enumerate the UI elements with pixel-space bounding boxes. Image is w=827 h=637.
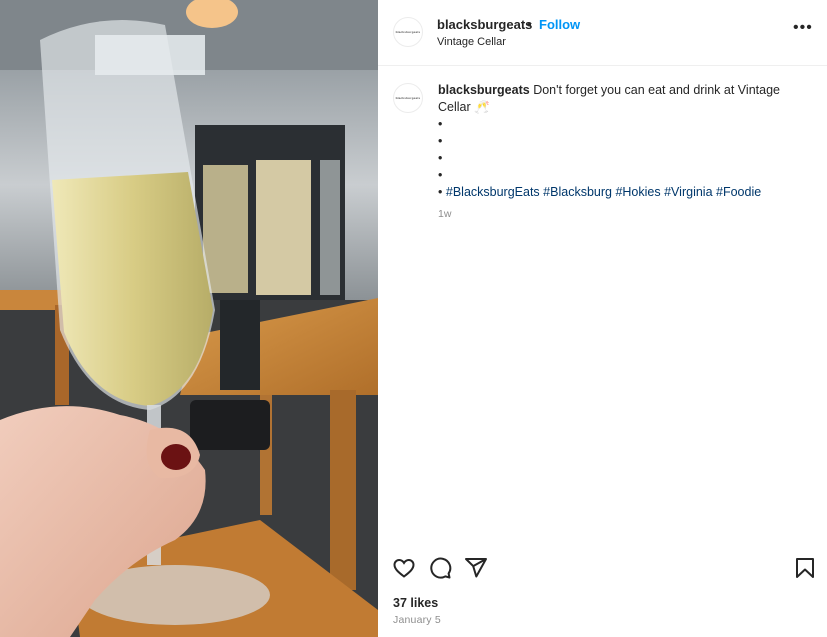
caption-bullet: • xyxy=(438,151,443,165)
bookmark-icon[interactable] xyxy=(793,556,817,580)
heart-icon[interactable] xyxy=(392,556,416,580)
caption-bullet: • xyxy=(438,117,443,131)
post-date: January 5 xyxy=(393,614,441,626)
caption-bullet: • xyxy=(438,168,443,182)
champagne-photo xyxy=(0,0,378,637)
post-photo[interactable] xyxy=(0,0,378,637)
hashtag-link[interactable]: #Hokies xyxy=(615,185,660,199)
caption-username[interactable]: blacksburgeats xyxy=(438,83,530,97)
likes-count[interactable]: 37 likes xyxy=(393,596,438,610)
follow-button[interactable]: Follow xyxy=(539,17,580,32)
more-options-icon[interactable]: ••• xyxy=(793,20,813,36)
hashtag-link[interactable]: #BlacksburgEats xyxy=(446,185,540,199)
hashtag-link[interactable]: #Virginia xyxy=(664,185,712,199)
avatar-logo-text: blacksburgeats xyxy=(395,96,421,100)
avatar-logo-text: blacksburgeats xyxy=(395,30,421,34)
caption-avatar[interactable]: blacksburgeats xyxy=(393,83,423,113)
avatar[interactable]: blacksburgeats xyxy=(393,17,423,47)
caption-timestamp[interactable]: 1w xyxy=(438,206,798,223)
comment-icon[interactable] xyxy=(428,556,452,580)
post-header: blacksburgeats blacksburgeats • Follow V… xyxy=(378,0,827,66)
caption-bullet: • xyxy=(438,185,443,199)
action-bar xyxy=(378,552,827,582)
separator-dot: • xyxy=(527,17,532,32)
caption-bullet: • xyxy=(438,134,443,148)
post-detail-panel: blacksburgeats blacksburgeats • Follow V… xyxy=(378,0,827,637)
share-icon[interactable] xyxy=(464,556,488,580)
hashtag-link[interactable]: #Blacksburg xyxy=(543,185,612,199)
caption-body: blacksburgeats Don't forget you can eat … xyxy=(438,82,798,223)
location-link[interactable]: Vintage Cellar xyxy=(437,36,506,48)
username-link[interactable]: blacksburgeats xyxy=(437,17,532,32)
hashtag-link[interactable]: #Foodie xyxy=(716,185,761,199)
